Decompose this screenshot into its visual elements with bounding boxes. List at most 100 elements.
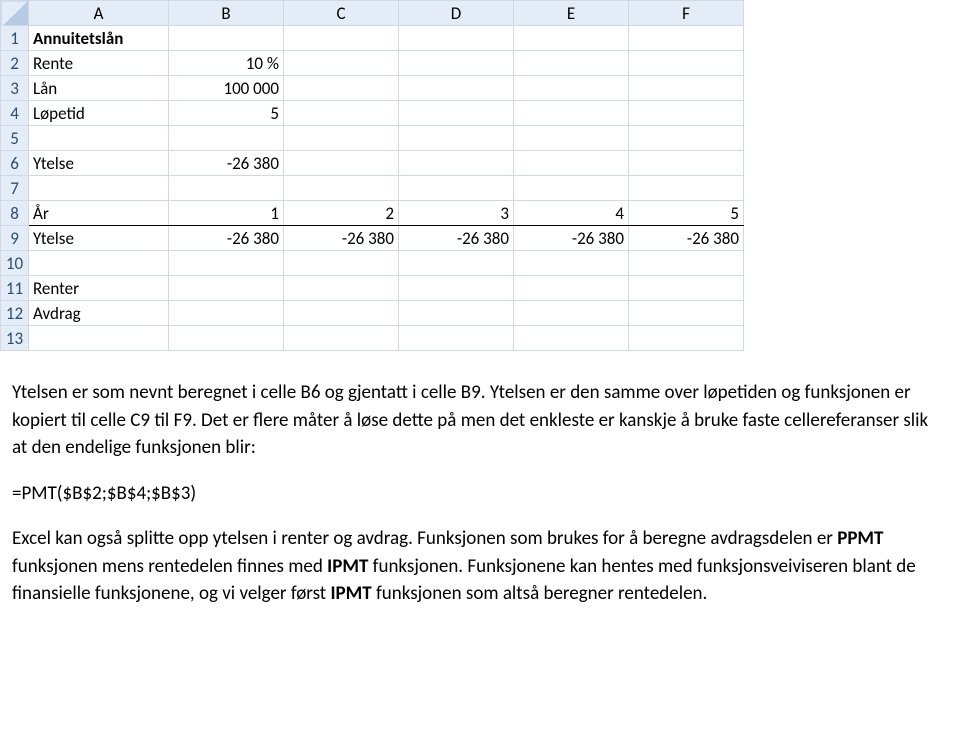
- cell-A11[interactable]: Renter: [29, 276, 169, 301]
- cell-E5[interactable]: [514, 126, 629, 151]
- cell-C6[interactable]: [284, 151, 399, 176]
- row-header-6[interactable]: 6: [1, 151, 29, 176]
- cell-D8[interactable]: 3: [399, 201, 514, 226]
- row-header-12[interactable]: 12: [1, 301, 29, 326]
- cell-D2[interactable]: [399, 51, 514, 76]
- cell-C10[interactable]: [284, 251, 399, 276]
- row-header-10[interactable]: 10: [1, 251, 29, 276]
- cell-F5[interactable]: [629, 126, 744, 151]
- cell-F12[interactable]: [629, 301, 744, 326]
- cell-B3[interactable]: 100 000: [169, 76, 284, 101]
- cell-C2[interactable]: [284, 51, 399, 76]
- cell-A6[interactable]: Ytelse: [29, 151, 169, 176]
- cell-A12[interactable]: Avdrag: [29, 301, 169, 326]
- cell-B1[interactable]: [169, 26, 284, 51]
- cell-E3[interactable]: [514, 76, 629, 101]
- row-header-9[interactable]: 9: [1, 226, 29, 251]
- cell-D9[interactable]: -26 380: [399, 226, 514, 251]
- cell-C1[interactable]: [284, 26, 399, 51]
- cell-D7[interactable]: [399, 176, 514, 201]
- cell-D1[interactable]: [399, 26, 514, 51]
- col-header-D[interactable]: D: [399, 1, 514, 26]
- cell-C3[interactable]: [284, 76, 399, 101]
- cell-F2[interactable]: [629, 51, 744, 76]
- cell-A1[interactable]: Annuitetslån: [29, 26, 169, 51]
- cell-E2[interactable]: [514, 51, 629, 76]
- cell-B6[interactable]: -26 380: [169, 151, 284, 176]
- cell-F7[interactable]: [629, 176, 744, 201]
- cell-C4[interactable]: [284, 101, 399, 126]
- cell-D3[interactable]: [399, 76, 514, 101]
- col-header-C[interactable]: C: [284, 1, 399, 26]
- cell-E10[interactable]: [514, 251, 629, 276]
- cell-F4[interactable]: [629, 101, 744, 126]
- cell-A2[interactable]: Rente: [29, 51, 169, 76]
- cell-D6[interactable]: [399, 151, 514, 176]
- row-header-8[interactable]: 8: [1, 201, 29, 226]
- cell-A10[interactable]: [29, 251, 169, 276]
- p2-ipmt2: IPMT: [330, 582, 371, 605]
- cell-B8[interactable]: 1: [169, 201, 284, 226]
- cell-A13[interactable]: [29, 326, 169, 351]
- cell-C13[interactable]: [284, 326, 399, 351]
- cell-A9[interactable]: Ytelse: [29, 226, 169, 251]
- cell-E9[interactable]: -26 380: [514, 226, 629, 251]
- cell-F11[interactable]: [629, 276, 744, 301]
- row-header-2[interactable]: 2: [1, 51, 29, 76]
- cell-F1[interactable]: [629, 26, 744, 51]
- cell-E12[interactable]: [514, 301, 629, 326]
- cell-F13[interactable]: [629, 326, 744, 351]
- cell-E8[interactable]: 4: [514, 201, 629, 226]
- cell-B9[interactable]: -26 380: [169, 226, 284, 251]
- cell-B13[interactable]: [169, 326, 284, 351]
- select-all-corner[interactable]: [1, 1, 29, 26]
- cell-D12[interactable]: [399, 301, 514, 326]
- cell-B5[interactable]: [169, 126, 284, 151]
- cell-D5[interactable]: [399, 126, 514, 151]
- cell-F6[interactable]: [629, 151, 744, 176]
- cell-D11[interactable]: [399, 276, 514, 301]
- cell-F9[interactable]: -26 380: [629, 226, 744, 251]
- cell-B2[interactable]: 10 %: [169, 51, 284, 76]
- row-header-7[interactable]: 7: [1, 176, 29, 201]
- cell-A5[interactable]: [29, 126, 169, 151]
- cell-E1[interactable]: [514, 26, 629, 51]
- cell-D13[interactable]: [399, 326, 514, 351]
- cell-F3[interactable]: [629, 76, 744, 101]
- col-header-A[interactable]: A: [29, 1, 169, 26]
- cell-B12[interactable]: [169, 301, 284, 326]
- cell-F10[interactable]: [629, 251, 744, 276]
- row-header-3[interactable]: 3: [1, 76, 29, 101]
- cell-E13[interactable]: [514, 326, 629, 351]
- row-header-13[interactable]: 13: [1, 326, 29, 351]
- row-header-4[interactable]: 4: [1, 101, 29, 126]
- cell-B4[interactable]: 5: [169, 101, 284, 126]
- cell-C12[interactable]: [284, 301, 399, 326]
- cell-B10[interactable]: [169, 251, 284, 276]
- cell-E6[interactable]: [514, 151, 629, 176]
- cell-F8[interactable]: 5: [629, 201, 744, 226]
- p2-text-4: funksjonen som altså beregner rentedelen…: [372, 582, 708, 605]
- cell-D10[interactable]: [399, 251, 514, 276]
- cell-D4[interactable]: [399, 101, 514, 126]
- row-header-11[interactable]: 11: [1, 276, 29, 301]
- cell-A3[interactable]: Lån: [29, 76, 169, 101]
- row-header-5[interactable]: 5: [1, 126, 29, 151]
- cell-C7[interactable]: [284, 176, 399, 201]
- cell-A7[interactable]: [29, 176, 169, 201]
- cell-B7[interactable]: [169, 176, 284, 201]
- row-header-1[interactable]: 1: [1, 26, 29, 51]
- cell-B11[interactable]: [169, 276, 284, 301]
- cell-A8[interactable]: År: [29, 201, 169, 226]
- cell-E11[interactable]: [514, 276, 629, 301]
- cell-C11[interactable]: [284, 276, 399, 301]
- cell-A4[interactable]: Løpetid: [29, 101, 169, 126]
- cell-E7[interactable]: [514, 176, 629, 201]
- cell-C8[interactable]: 2: [284, 201, 399, 226]
- cell-C5[interactable]: [284, 126, 399, 151]
- cell-E4[interactable]: [514, 101, 629, 126]
- cell-C9[interactable]: -26 380: [284, 226, 399, 251]
- col-header-E[interactable]: E: [514, 1, 629, 26]
- col-header-B[interactable]: B: [169, 1, 284, 26]
- col-header-F[interactable]: F: [629, 1, 744, 26]
